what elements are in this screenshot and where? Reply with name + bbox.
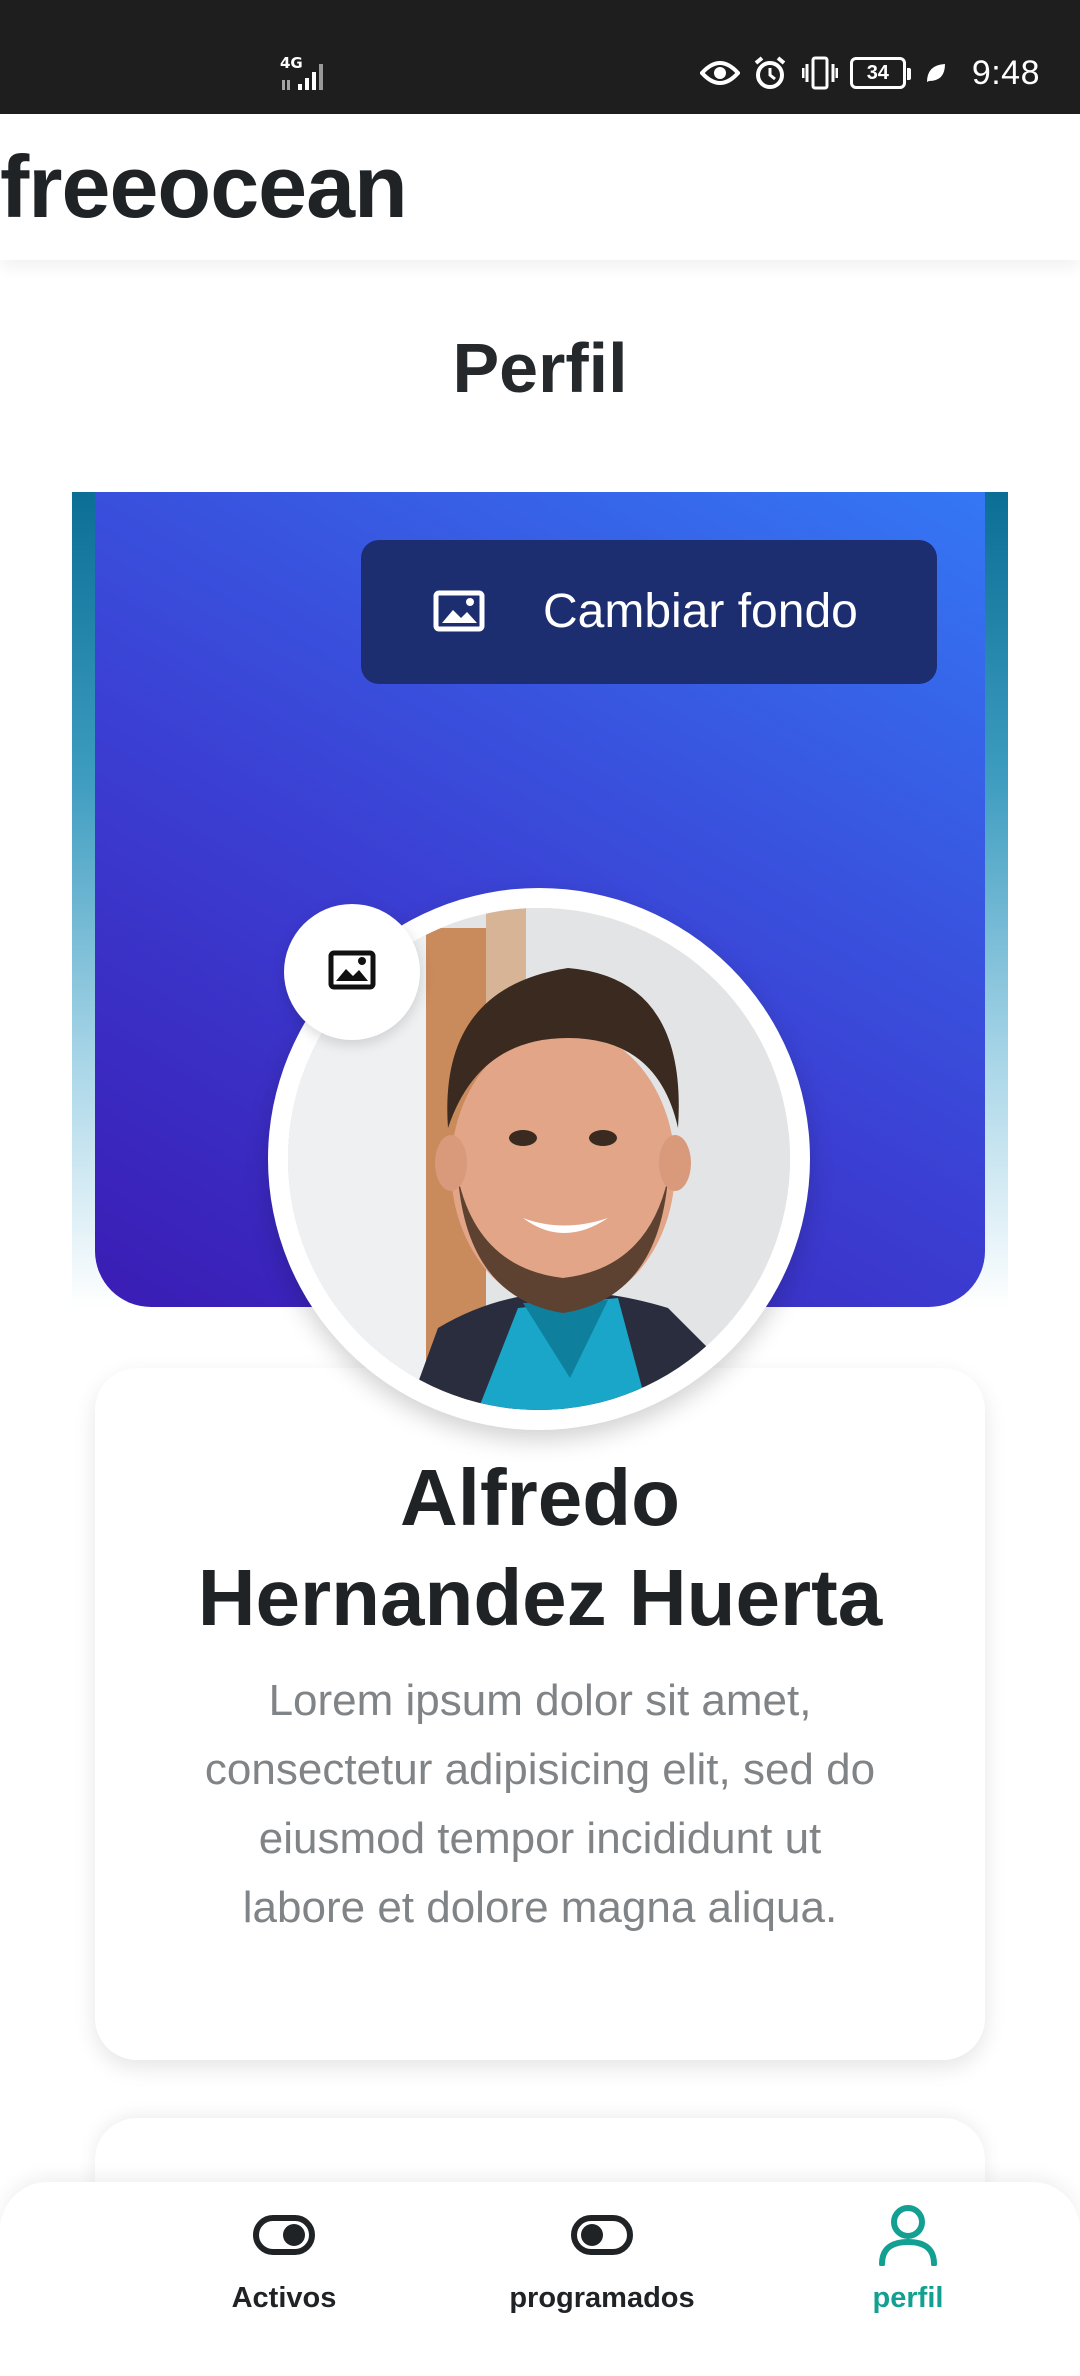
vibrate-icon	[800, 53, 840, 93]
battery-icon: 34	[849, 57, 911, 89]
nav-item-activos[interactable]: Activos	[184, 2182, 384, 2376]
profile-name: Alfredo Hernandez Huerta	[95, 1448, 985, 1648]
alarm-icon	[750, 53, 790, 93]
user-icon	[871, 2202, 945, 2268]
nav-label-perfil: perfil	[872, 2282, 944, 2314]
app-logo-text: freeocean	[0, 137, 408, 236]
toggle-on-icon	[247, 2202, 321, 2268]
leaf-icon	[916, 53, 956, 93]
network-type: 4G	[280, 54, 303, 72]
change-avatar-button[interactable]	[284, 904, 420, 1040]
toggle-off-icon	[565, 2202, 639, 2268]
nav-item-programados[interactable]: programados	[482, 2182, 722, 2376]
profile-card: Alfredo Hernandez Huerta Lorem ipsum dol…	[95, 1368, 985, 2060]
profile-last-name: Hernandez Huerta	[197, 1553, 883, 1642]
profile-first-name: Alfredo	[400, 1453, 680, 1542]
image-icon	[433, 590, 485, 632]
image-icon	[328, 950, 376, 995]
clock: 9:48	[971, 53, 1040, 92]
signal-icon: 4G	[278, 54, 338, 94]
change-background-button[interactable]: Cambiar fondo	[361, 540, 937, 684]
app-header: freeocean	[0, 114, 1080, 260]
eye-icon	[699, 53, 740, 93]
change-background-label: Cambiar fondo	[543, 585, 858, 638]
profile-bio: Lorem ipsum dolor sit amet, consectetur …	[204, 1676, 876, 1932]
status-bar: 4G 34 9:48	[0, 0, 1080, 114]
battery-level: 34	[866, 61, 889, 84]
nav-label-programados: programados	[509, 2282, 695, 2314]
bottom-navigation: Activos programados perfil	[0, 2182, 1080, 2376]
nav-label-activos: Activos	[231, 2282, 337, 2314]
page-title: Perfil	[452, 329, 628, 407]
nav-item-perfil[interactable]: perfil	[808, 2182, 1008, 2376]
